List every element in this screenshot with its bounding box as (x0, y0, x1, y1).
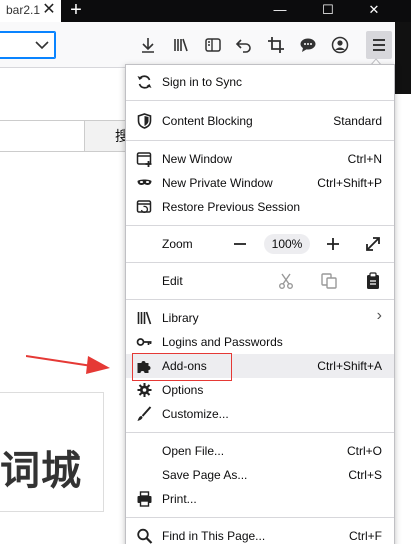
restore-session-icon (136, 200, 152, 213)
window-close-button[interactable]: ✕ (356, 0, 392, 22)
menu-item-new-private-window[interactable]: New Private Window Ctrl+Shift+P (126, 171, 394, 195)
menu-item-content-blocking[interactable]: Content Blocking Standard (126, 109, 394, 133)
tab-close-icon[interactable]: ✕ (40, 1, 58, 19)
menu-label: New Window (162, 152, 233, 166)
shield-icon (137, 113, 152, 129)
crop-icon[interactable] (267, 36, 285, 54)
search-icon (137, 528, 153, 544)
annotation-arrow (26, 355, 110, 374)
chat-icon[interactable] (299, 36, 317, 54)
menu-separator (126, 299, 394, 300)
library-icon[interactable] (172, 36, 190, 54)
undo-icon[interactable] (235, 36, 253, 54)
menu-item-library[interactable]: Library › (126, 306, 394, 330)
menu-item-print[interactable]: Print... (126, 487, 394, 511)
gear-icon (137, 383, 152, 397)
menu-label: Edit (162, 274, 183, 288)
menu-shortcut: Ctrl+Shift+A (317, 359, 382, 373)
content-blocking-value: Standard (333, 114, 382, 128)
copy-icon[interactable] (320, 272, 338, 290)
menu-label: Zoom (162, 237, 193, 251)
minimize-button[interactable]: — (262, 0, 298, 22)
menu-separator (126, 262, 394, 263)
menu-label: Restore Previous Session (162, 200, 301, 214)
private-mask-icon (137, 179, 152, 185)
title-bar (0, 0, 411, 22)
menu-item-restore-session[interactable]: Restore Previous Session (126, 195, 394, 219)
fullscreen-icon[interactable] (364, 235, 382, 253)
sidebar-icon[interactable] (204, 36, 222, 54)
new-tab-button[interactable]: + (64, 0, 88, 22)
menu-item-save-page[interactable]: Save Page As... Ctrl+S (126, 463, 394, 487)
menu-label: Customize... (162, 407, 229, 421)
printer-icon (137, 491, 152, 507)
browser-tab[interactable]: bar2.1 ✕ (0, 0, 61, 22)
navigation-toolbar (0, 22, 411, 68)
url-bar[interactable] (0, 31, 56, 59)
paintbrush-icon (137, 406, 152, 421)
paste-icon[interactable] (364, 272, 382, 290)
zoom-in-button[interactable] (325, 236, 341, 252)
menu-separator (126, 517, 394, 518)
chevron-right-icon: › (376, 307, 382, 324)
menu-item-zoom: Zoom (126, 232, 394, 256)
menu-item-edit: Edit (126, 269, 394, 293)
menu-label: Open File... (162, 444, 225, 458)
menu-label: Options (162, 383, 204, 397)
menu-label: New Private Window (162, 176, 273, 190)
menu-separator (126, 100, 394, 101)
menu-separator (126, 140, 394, 141)
menu-item-open-file[interactable]: Open File... Ctrl+O (126, 439, 394, 463)
key-icon (136, 338, 152, 346)
menu-label: Save Page As... (162, 468, 248, 482)
menu-label: Print... (162, 492, 197, 506)
menu-shortcut: Ctrl+O (346, 444, 382, 458)
menu-shortcut: Ctrl+F (349, 529, 382, 543)
highlight-box (132, 353, 232, 381)
menu-label: Sign in to Sync (162, 75, 243, 89)
download-icon[interactable] (139, 36, 157, 54)
menu-label: Content Blocking (162, 114, 253, 128)
menu-item-find-in-page[interactable]: Find in This Page... Ctrl+F (126, 524, 394, 544)
zoom-reset-button[interactable]: 100% (264, 234, 310, 254)
page-card-text: 词城 (0, 449, 82, 493)
menu-item-sign-in-sync[interactable]: Sign in to Sync (126, 70, 394, 94)
account-icon[interactable] (331, 36, 349, 54)
menu-label: Logins and Passwords (162, 335, 283, 349)
chevron-down-icon[interactable] (34, 35, 50, 55)
zoom-out-button[interactable] (232, 236, 248, 252)
hamburger-icon (373, 39, 385, 51)
menu-label: Library (162, 311, 199, 325)
page-edge (395, 22, 411, 94)
menu-shortcut: Ctrl+Shift+P (317, 176, 382, 190)
menu-item-customize[interactable]: Customize... (126, 402, 394, 426)
new-window-icon (136, 152, 152, 167)
menu-shortcut: Ctrl+N (347, 152, 382, 166)
open-menu-button[interactable] (366, 31, 392, 59)
menu-item-logins-passwords[interactable]: Logins and Passwords (126, 330, 394, 354)
cut-icon[interactable] (277, 272, 295, 290)
menu-separator (126, 432, 394, 433)
maximize-button[interactable]: ☐ (310, 0, 346, 22)
menu-label: Find in This Page... (162, 529, 266, 543)
tab-title: bar2.1 (6, 3, 41, 17)
menu-item-options[interactable]: Options (126, 378, 394, 402)
menu-item-new-window[interactable]: New Window Ctrl+N (126, 147, 394, 171)
menu-shortcut: Ctrl+S (348, 468, 382, 482)
library-icon (137, 311, 152, 325)
menu-separator (126, 225, 394, 226)
sync-icon (137, 75, 152, 89)
